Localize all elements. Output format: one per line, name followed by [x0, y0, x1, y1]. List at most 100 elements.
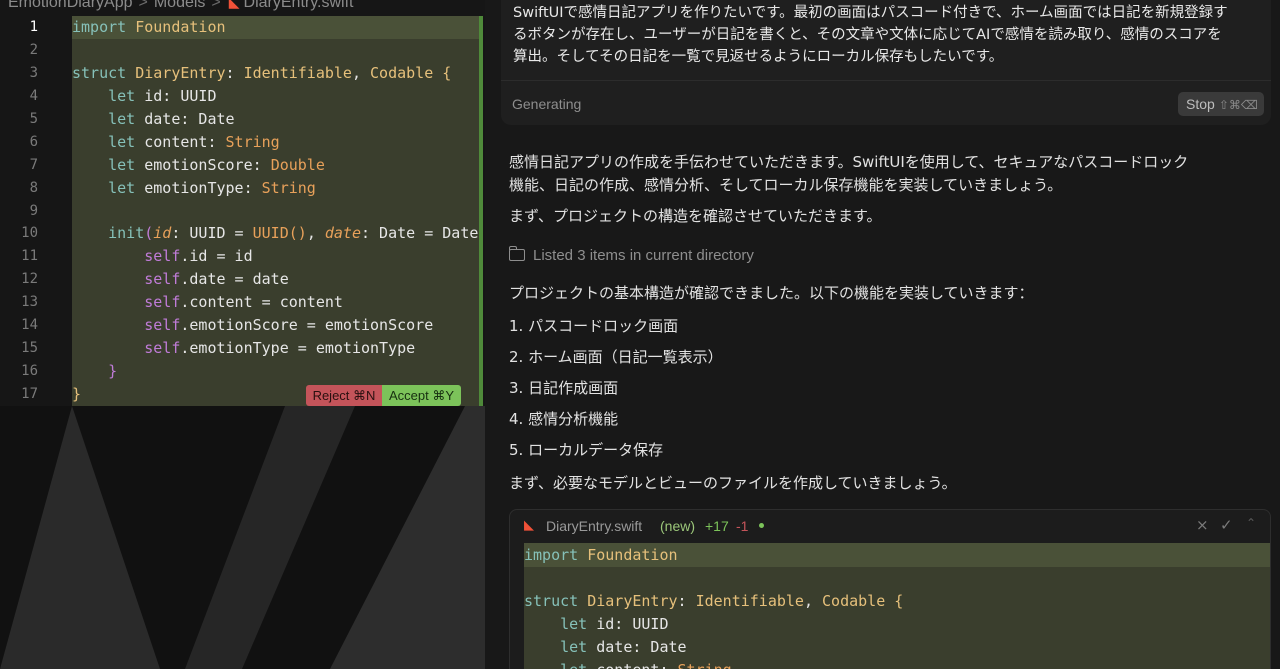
- assistant-message: プロジェクトの基本構造が確認できました。以下の機能を実装していきます：: [509, 284, 1034, 302]
- type-token: Codable: [370, 64, 434, 82]
- code-line: self.id = id: [72, 245, 253, 268]
- type-token: Foundation: [135, 18, 226, 36]
- generation-status: Generating: [512, 96, 582, 112]
- code-token: content:: [135, 133, 226, 151]
- code-token: .emotionType = emotionType: [180, 339, 416, 357]
- code-line: let content: String: [524, 659, 732, 669]
- self-token: self: [144, 293, 181, 311]
- line-number: 9: [29, 203, 38, 219]
- lines-added-count: +17: [705, 518, 729, 534]
- feature-list-item: 2. ホーム画面（日記一覧表示）: [509, 348, 723, 366]
- assistant-message: まず、プロジェクトの構造を確認させていただきます。: [509, 207, 882, 225]
- breadcrumb-separator: >: [138, 0, 148, 11]
- keyword-token: let: [560, 638, 588, 656]
- close-icon[interactable]: ×: [1196, 516, 1209, 534]
- breadcrumb-project[interactable]: EmotionDiaryApp: [8, 0, 133, 11]
- code-line: let content: String: [72, 131, 280, 154]
- code-token: date: Date: [587, 638, 687, 656]
- code-line: let date: Date: [72, 108, 235, 131]
- breadcrumb: EmotionDiaryApp > Models > ◣ DiaryEntry.swift: [8, 0, 353, 12]
- code-line: struct DiaryEntry: Identifiable, Codable…: [524, 590, 903, 613]
- type-token: DiaryEntry: [135, 64, 226, 82]
- self-token: self: [144, 339, 181, 357]
- code-line: import Foundation: [524, 544, 678, 567]
- line-number: 5: [29, 111, 38, 127]
- tool-call-label: Listed 3 items in current directory: [533, 247, 754, 264]
- decorative-background-shapes: [0, 406, 485, 669]
- line-number: 8: [29, 180, 38, 196]
- stop-generation-button[interactable]: Stop ⇧⌘⌫: [1178, 92, 1264, 116]
- brace-token: {: [885, 592, 904, 610]
- stop-label: Stop: [1186, 96, 1215, 112]
- breadcrumb-folder[interactable]: Models: [154, 0, 206, 11]
- code-line: }: [72, 360, 117, 383]
- code-token: ,: [351, 64, 371, 82]
- feature-list-item: 4. 感情分析機能: [509, 410, 619, 428]
- file-status: (new): [660, 518, 696, 534]
- file-change-card: ◣ DiaryEntry.swift (new) +17 -1 × ✓ ⌃ im…: [509, 509, 1271, 669]
- type-token: String: [261, 179, 316, 197]
- code-token: id: UUID: [587, 615, 669, 633]
- brace-token: }: [108, 362, 118, 380]
- code-line: self.date = date: [72, 268, 289, 291]
- line-number: 3: [29, 65, 38, 81]
- feature-list-item: 5. ローカルデータ保存: [509, 441, 664, 459]
- stop-shortcut: ⇧⌘⌫: [1218, 98, 1258, 112]
- line-number: 7: [29, 157, 38, 173]
- line-number: 11: [21, 248, 38, 264]
- assistant-message: まず、必要なモデルとビューのファイルを作成していきましょう。: [509, 474, 957, 492]
- message-line: 機能、日記の作成、感情分析、そしてローカル保存機能を実装していきましょう。: [509, 176, 1063, 194]
- type-token: Identifiable: [695, 592, 804, 610]
- self-token: self: [144, 247, 181, 265]
- code-token: id: UUID: [135, 87, 217, 105]
- code-token: .id = id: [180, 247, 253, 265]
- breadcrumb-file[interactable]: DiaryEntry.swift: [244, 0, 354, 11]
- expand-icon[interactable]: ⌃: [1246, 516, 1256, 530]
- code-token: : Date = Date: [361, 224, 479, 242]
- keyword-token: let: [108, 156, 136, 174]
- keyword-token: struct: [524, 592, 579, 610]
- prompt-line: 算出。そしてその日記を一覧で見返せるようにローカル保存もしたいです。: [513, 49, 1004, 65]
- type-token: String: [678, 661, 732, 669]
- code-line: self.emotionType = emotionType: [72, 337, 415, 360]
- lines-removed-count: -1: [736, 518, 749, 534]
- code-line: self.content = content: [72, 291, 343, 314]
- keyword-token: let: [560, 661, 587, 669]
- feature-list-item: 3. 日記作成画面: [509, 379, 619, 397]
- code-editor-pane: EmotionDiaryApp > Models > ◣ DiaryEntry.swift…: [0, 0, 485, 669]
- prompt-line: るボタンが存在し、ユーザーが日記を書くと、その文章や文体に応じてAIで感情を読み…: [513, 27, 1222, 43]
- keyword-token: let: [108, 110, 136, 128]
- folder-icon: [509, 246, 525, 261]
- code-token: : UUID =: [171, 224, 253, 242]
- accept-change-button[interactable]: Accept ⌘Y: [382, 385, 461, 406]
- tool-call-result[interactable]: Listed 3 items in current directory: [509, 245, 754, 267]
- assistant-message: 感情日記アプリの作成を手伝わせていただきます。SwiftUIを使用して、セキュア…: [509, 151, 1269, 197]
- code-token: date: Date: [135, 110, 235, 128]
- reject-change-button[interactable]: Reject ⌘N: [306, 385, 382, 406]
- brace-token: {: [433, 64, 452, 82]
- type-token: Identifiable: [243, 64, 352, 82]
- line-number: 1: [29, 19, 38, 35]
- keyword-token: struct: [72, 64, 127, 82]
- keyword-token: let: [108, 133, 136, 151]
- call-token: UUID(): [252, 224, 307, 242]
- type-token: Foundation: [587, 546, 678, 564]
- keyword-token: init: [108, 224, 145, 242]
- file-card-header[interactable]: ◣ DiaryEntry.swift (new) +17 -1 × ✓ ⌃: [510, 510, 1270, 542]
- prompt-line: SwiftUIで感情日記アプリを作りたいです。最初の画面はパスコード付きで、ホー…: [513, 5, 1228, 21]
- param-token: id: [153, 224, 172, 242]
- diff-gutter-marker: [479, 16, 483, 406]
- file-name: DiaryEntry.swift: [546, 518, 643, 534]
- code-token: .date = date: [180, 270, 289, 288]
- check-icon[interactable]: ✓: [1220, 516, 1233, 534]
- paren-token: (: [144, 224, 154, 242]
- code-line: let id: UUID: [524, 613, 669, 636]
- type-token: Codable: [822, 592, 886, 610]
- unsaved-dot-icon: [759, 523, 764, 528]
- brace-token: }: [72, 385, 82, 403]
- line-number: 10: [21, 225, 38, 241]
- line-number: 15: [21, 340, 38, 356]
- user-prompt-text: SwiftUIで感情日記アプリを作りたいです。最初の画面はパスコード付きで、ホー…: [513, 2, 1263, 68]
- swift-file-icon: ◣: [228, 0, 240, 10]
- keyword-token: let: [108, 87, 136, 105]
